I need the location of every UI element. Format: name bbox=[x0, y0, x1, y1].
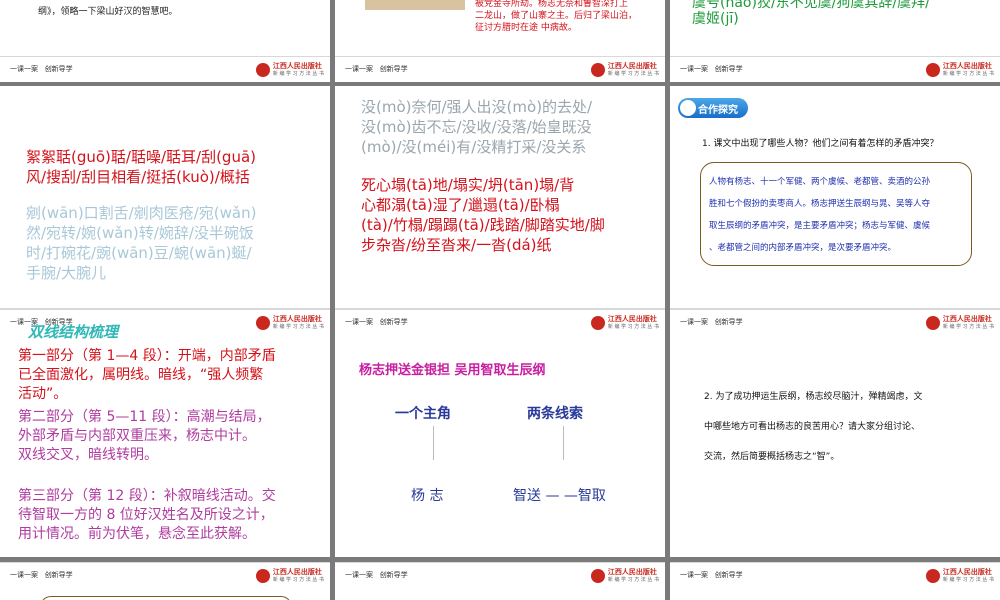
right-heading: 两条线索 bbox=[527, 406, 583, 422]
footer-series: 一课一案 创新导学 bbox=[680, 318, 743, 326]
slide-footer: 一课一案 创新导学 江西人民出版社新 编 学 习 方 法 丛 书 bbox=[670, 56, 1000, 82]
left-heading: 一个主角 bbox=[395, 406, 451, 422]
faded-vocab-line-1: 剜(wān)口割舌/剜肉医疮/宛(wǎn) bbox=[26, 204, 257, 222]
faded-vocab-line-4: 手腕/大腕儿 bbox=[26, 264, 107, 282]
red-vocab-line-4: 步杂沓/纷至沓来/一沓(dá)纸 bbox=[361, 236, 552, 254]
publisher-logo: 江西人民出版社新 编 学 习 方 法 丛 书 bbox=[925, 62, 994, 78]
faded-vocab-line-3: 时/打碗花/豌(wān)豆/蜿(wān)蜒/ bbox=[26, 244, 252, 262]
question-text: 1. 课文中出现了哪些人物？他们之间有着怎样的矛盾冲突？ bbox=[702, 139, 939, 149]
faded-vocab-line-1: 没(mò)奈何/强人出没(mò)的去处/ bbox=[361, 98, 593, 116]
slide-8[interactable]: 一课一案 创新导学 江西人民出版社新 编 学 习 方 法 丛 书 杨志押送金银担… bbox=[335, 309, 665, 557]
part2-line-3: 双线交叉，暗线转明。 bbox=[18, 447, 158, 463]
answer-box-edge bbox=[40, 596, 292, 600]
slide-title: 杨志押送金银担 吴用智取生辰纲 bbox=[359, 363, 546, 378]
red-vocab-line-3: (tà)/竹榻/蹋蹋(tā)/践踏/脚踏实地/脚 bbox=[361, 216, 605, 234]
slide-text: 纲》，领略一下梁山好汉的智慧吧。 bbox=[38, 7, 178, 17]
footer-series: 一课一案 创新导学 bbox=[345, 65, 408, 73]
answer-box: 人物有杨志、十一个军健、两个虞候、老都管、卖酒的公孙 胜和七个假扮的卖枣商人。杨… bbox=[700, 162, 972, 266]
part1-line-1: 第一部分（第 1—4 段）：开端，内部矛盾 bbox=[18, 348, 276, 364]
question-line-3: 交流，然后简要概括杨志之“智”。 bbox=[704, 452, 840, 462]
slide-2[interactable]: 被党金寺所劫。杨志无奈和鲁智深打上 二龙山，做了山寨之主。后归了梁山泊， 征讨方… bbox=[335, 0, 665, 82]
vocab-line-2: 虞姬(jī) bbox=[692, 11, 739, 27]
red-vocab-line-1: 死心塌(tā)地/塌实/坍(tān)塌/背 bbox=[361, 176, 575, 194]
publisher-logo: 江西人民出版社新 编 学 习 方 法 丛 书 bbox=[255, 568, 324, 584]
slide-footer: 一课一案 创新导学 江西人民出版社新 编 学 习 方 法 丛 书 bbox=[670, 562, 1000, 589]
footer-series: 一课一案 创新导学 bbox=[680, 65, 743, 73]
footer-series: 一课一案 创新导学 bbox=[345, 318, 408, 326]
slide-3[interactable]: 虞号(háo)狡/东不见虞/狗虞其辞/虞拜/ 虞姬(jī) 一课一案 创新导学 … bbox=[670, 0, 1000, 82]
question-line-1: 2. 为了成功押运生辰纲，杨志绞尽脑汁，殚精竭虑，文 bbox=[704, 392, 923, 402]
slide-6[interactable]: 合作探究 1. 课文中出现了哪些人物？他们之间有着怎样的矛盾冲突？ 人物有杨志、… bbox=[670, 86, 1000, 334]
portrait-image bbox=[365, 0, 465, 10]
slide-12[interactable]: 一课一案 创新导学 江西人民出版社新 编 学 习 方 法 丛 书 bbox=[670, 562, 1000, 600]
right-footer-label: 智送 — —智取 bbox=[513, 488, 606, 504]
slide-11[interactable]: 一课一案 创新导学 江西人民出版社新 编 学 习 方 法 丛 书 bbox=[335, 562, 665, 600]
footer-series: 一课一案 创新导学 bbox=[10, 65, 73, 73]
badge-icon bbox=[680, 100, 696, 116]
part1-line-3: 活动”。 bbox=[18, 386, 68, 402]
part3-line-3: 用计情况。前为伏笔，悬念至此获解。 bbox=[18, 526, 256, 542]
question-line-2: 中哪些地方可看出杨志的良苦用心？请大家分组讨论、 bbox=[704, 422, 921, 432]
slide-4[interactable]: 絮絮聒(guō)聒/聒噪/聒耳/刮(guā) 风/搜刮/刮目相看/挺括(kuò)… bbox=[0, 86, 330, 334]
footer-series: 一课一案 创新导学 bbox=[345, 571, 408, 579]
red-vocab-line-2: 心都溻(tā)湿了/邋遢(tā)/卧榻 bbox=[361, 196, 560, 214]
slide-7[interactable]: 一课一案 创新导学 江西人民出版社新 编 学 习 方 法 丛 书 双线结构梳理 … bbox=[0, 309, 330, 557]
answer-line-2: 胜和七个假扮的卖枣商人。杨志押送生辰纲与晁、吴等人夺 bbox=[709, 199, 931, 209]
answer-line-4: 、老都管之间的内部矛盾冲突，是次要矛盾冲突。 bbox=[709, 243, 897, 253]
red-vocab-line-2: 风/搜刮/刮目相看/挺括(kuò)/概括 bbox=[26, 168, 250, 186]
left-connector bbox=[433, 426, 434, 460]
footer-series: 一课一案 创新导学 bbox=[10, 571, 73, 579]
publisher-logo: 江西人民出版社新 编 学 习 方 法 丛 书 bbox=[925, 568, 994, 584]
slide-10[interactable]: 一课一案 创新导学 江西人民出版社新 编 学 习 方 法 丛 书 bbox=[0, 562, 330, 600]
slide-footer: 一课一案 创新导学 江西人民出版社新 编 学 习 方 法 丛 书 bbox=[335, 309, 665, 336]
right-connector bbox=[563, 426, 564, 460]
badge-label: 合作探究 bbox=[698, 105, 738, 116]
slide-footer: 一课一案 创新导学 江西人民出版社新 编 学 习 方 法 丛 书 bbox=[335, 56, 665, 82]
faded-vocab-line-3: (mò)/没(méi)有/没精打采/没关系 bbox=[361, 138, 587, 156]
answer-line-1: 人物有杨志、十一个军健、两个虞候、老都管、卖酒的公孙 bbox=[709, 177, 931, 187]
slide-footer: 一课一案 创新导学 江西人民出版社新 编 学 习 方 法 丛 书 bbox=[670, 309, 1000, 336]
publisher-logo: 江西人民出版社新 编 学 习 方 法 丛 书 bbox=[255, 62, 324, 78]
left-footer-label: 杨 志 bbox=[411, 488, 444, 504]
publisher-logo: 江西人民出版社新 编 学 习 方 法 丛 书 bbox=[590, 62, 659, 78]
slide-9[interactable]: 一课一案 创新导学 江西人民出版社新 编 学 习 方 法 丛 书 2. 为了成功… bbox=[670, 309, 1000, 557]
red-vocab-line-1: 絮絮聒(guō)聒/聒噪/聒耳/刮(guā) bbox=[26, 148, 256, 166]
answer-line-3: 取生辰纲的矛盾冲突，是主要矛盾冲突；杨志与军健、虞候 bbox=[709, 221, 931, 231]
part3-line-2: 待智取一方的 8 位好汉姓名及所设之计， bbox=[18, 507, 274, 523]
slide-footer: 一课一案 创新导学 江西人民出版社新 编 学 习 方 法 丛 书 bbox=[0, 56, 330, 82]
slide-5[interactable]: 没(mò)奈何/强人出没(mò)的去处/ 没(mò)齿不忘/没收/没落/始皇既没… bbox=[335, 86, 665, 334]
part3-line-1: 第三部分（第 12 段）：补叙暗线活动。交 bbox=[18, 488, 276, 504]
publisher-logo: 江西人民出版社新 编 学 习 方 法 丛 书 bbox=[255, 315, 324, 331]
slide-footer: 一课一案 创新导学 江西人民出版社新 编 学 习 方 法 丛 书 bbox=[335, 562, 665, 589]
faded-vocab-line-2: 没(mò)齿不忘/没收/没落/始皇既没 bbox=[361, 118, 592, 136]
part1-line-2: 已全面激化，属明线。暗线，“强人频繁 bbox=[18, 367, 264, 383]
slide-title: 双线结构梳理 bbox=[28, 323, 119, 341]
cooperative-badge: 合作探究 bbox=[678, 98, 748, 118]
part2-line-2: 外部矛盾与内部双重压来，杨志中计。 bbox=[18, 428, 256, 444]
slide-1[interactable]: 纲》，领略一下梁山好汉的智慧吧。 一课一案 创新导学 江西人民出版社新 编 学 … bbox=[0, 0, 330, 82]
part2-line-1: 第二部分（第 5—11 段）：高潮与结局， bbox=[18, 409, 271, 425]
publisher-logo: 江西人民出版社新 编 学 习 方 法 丛 书 bbox=[925, 315, 994, 331]
footer-series: 一课一案 创新导学 bbox=[680, 571, 743, 579]
slide-footer: 一课一案 创新导学 江西人民出版社新 编 学 习 方 法 丛 书 bbox=[0, 562, 330, 589]
bio-line-3: 征讨方腊时在途 中病故。 bbox=[475, 23, 577, 33]
faded-vocab-line-2: 然/宛转/婉(wǎn)转/婉辞/没半碗饭 bbox=[26, 224, 254, 242]
publisher-logo: 江西人民出版社新 编 学 习 方 法 丛 书 bbox=[590, 315, 659, 331]
publisher-logo: 江西人民出版社新 编 学 习 方 法 丛 书 bbox=[590, 568, 659, 584]
